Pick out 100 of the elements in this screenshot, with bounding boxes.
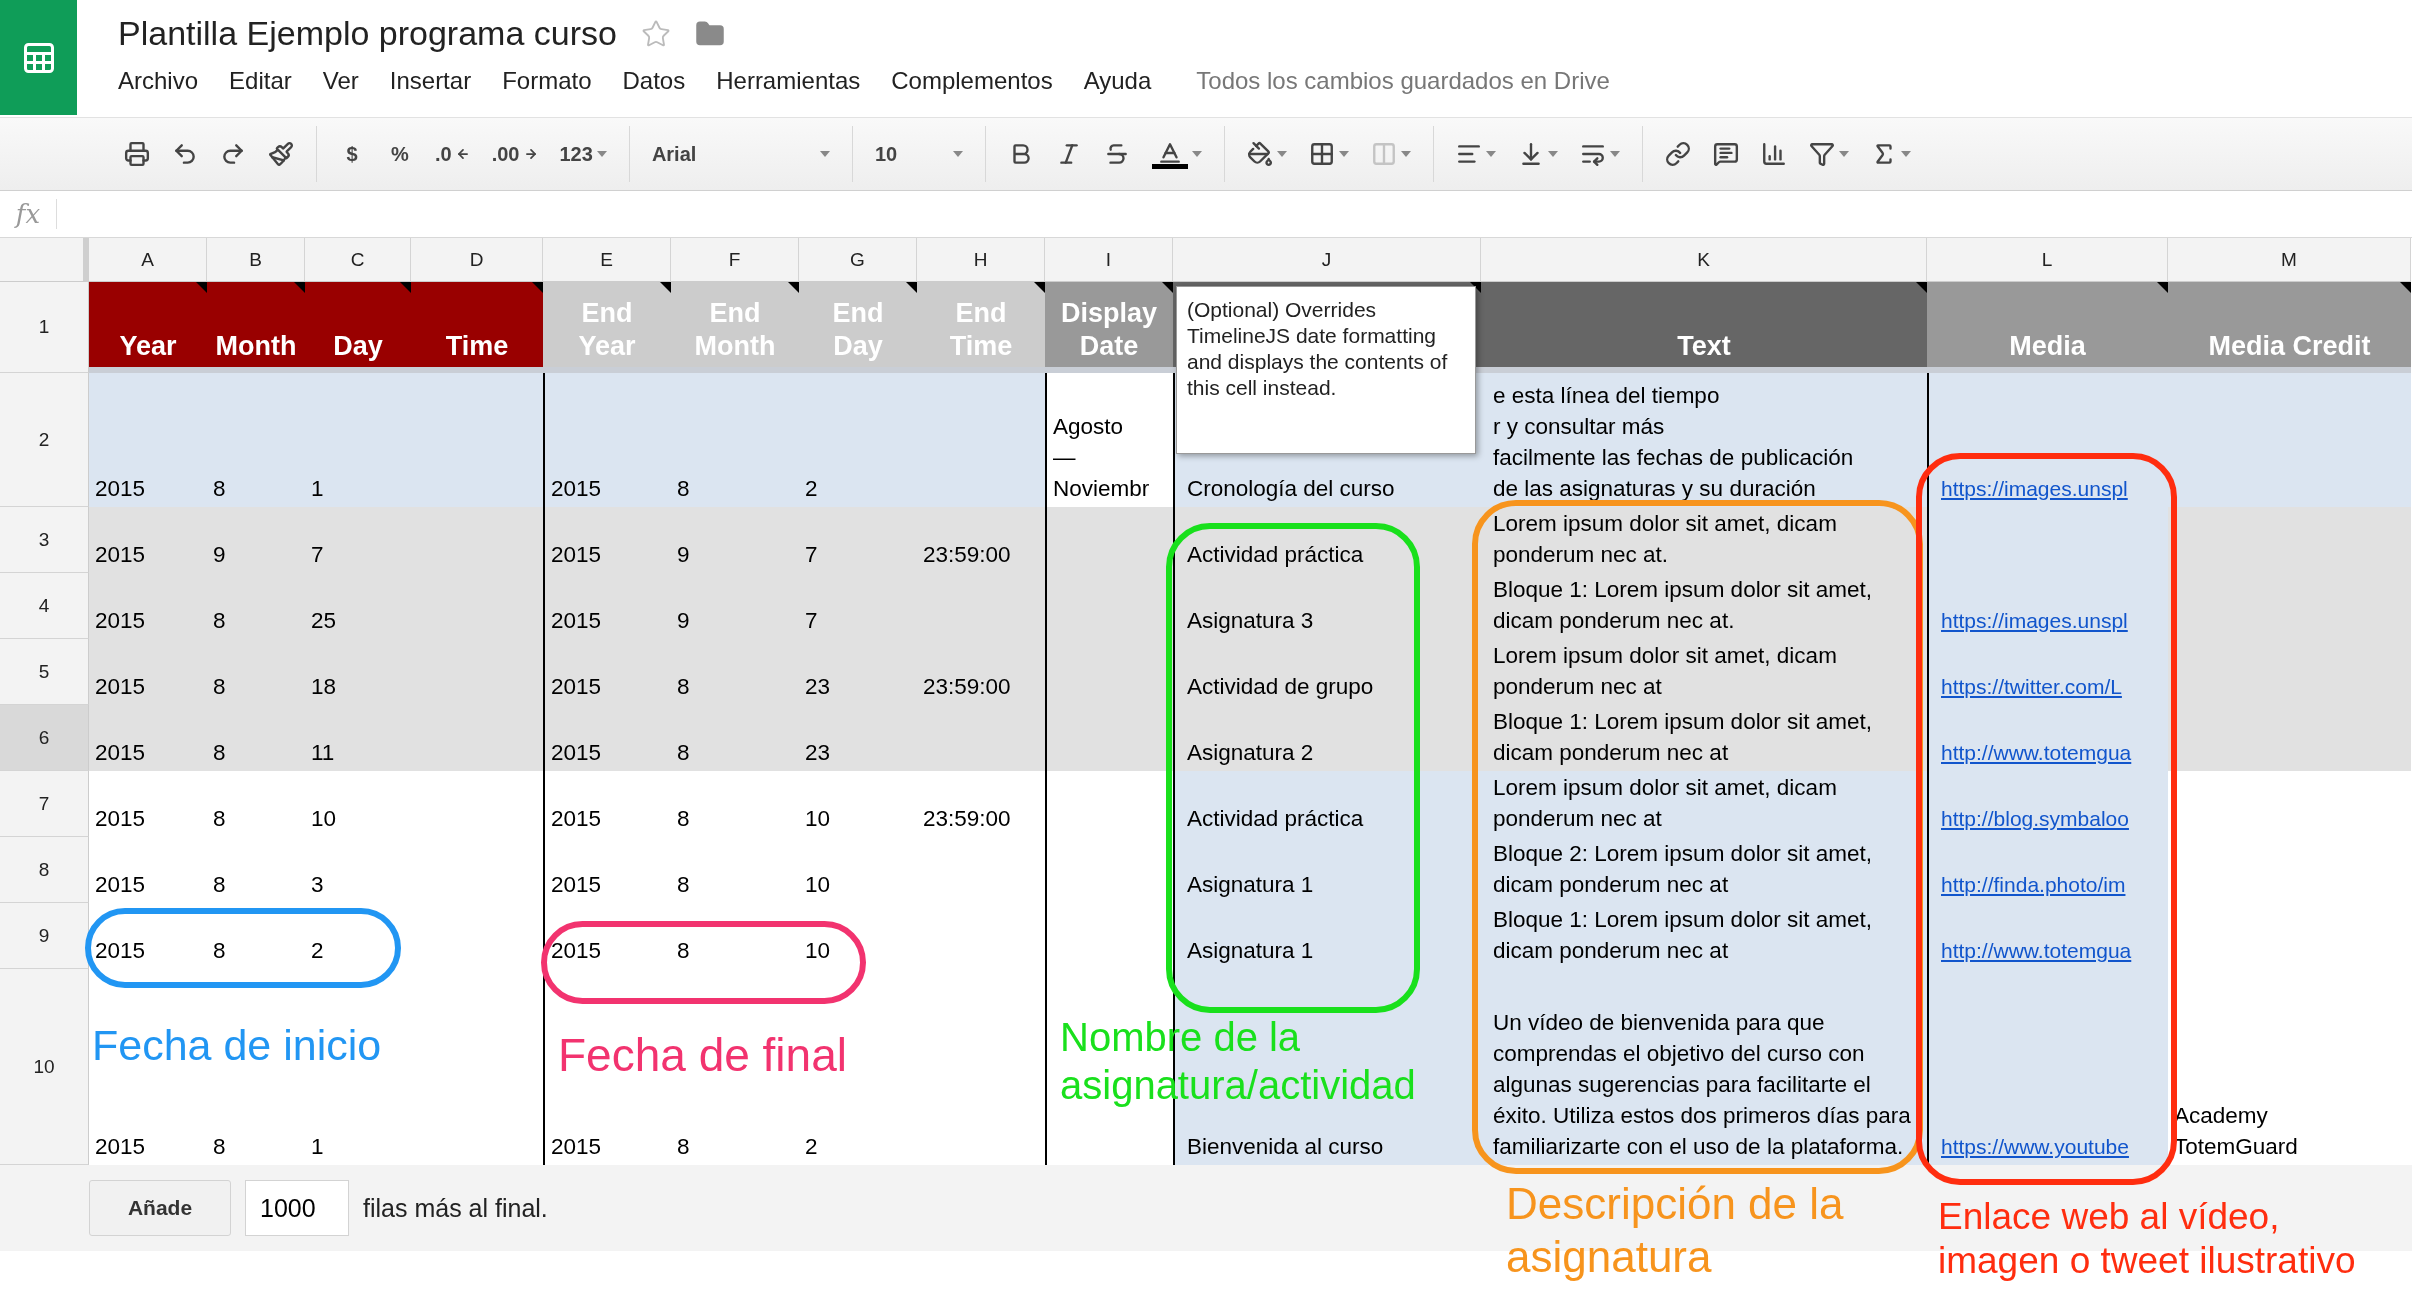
column-letter[interactable]: G: [799, 238, 917, 282]
column-letter[interactable]: M: [2168, 238, 2411, 282]
percent-button[interactable]: %: [381, 132, 419, 176]
font-size-dropdown[interactable]: 10: [868, 132, 969, 176]
table-cell: Bloque 2: Lorem ipsum dolor sit amet, dicam ponderum nec at: [1481, 837, 1927, 903]
arrow-left-icon: [455, 147, 470, 161]
menu-item[interactable]: Ayuda: [1083, 67, 1152, 95]
table-cell: Asignatura 3: [1173, 573, 1481, 639]
annotation-label: Descripción de la asignatura: [1506, 1178, 1844, 1283]
table-cell: Bloque 1: Lorem ipsum dolor sit amet, dicam ponderum nec at: [1481, 705, 1927, 771]
annotation-label: Fecha de final: [558, 1028, 847, 1083]
decrease-decimals-button[interactable]: .0: [429, 132, 476, 176]
table-cell: 25: [305, 573, 411, 639]
row-number[interactable]: 5: [0, 639, 89, 705]
table-cell: 18: [305, 639, 411, 705]
caret-icon: [952, 151, 963, 157]
column-letter[interactable]: A: [89, 238, 207, 282]
column-letter[interactable]: J: [1173, 238, 1481, 282]
column-letter[interactable]: F: [671, 238, 799, 282]
increase-decimals-button[interactable]: .00: [485, 132, 544, 176]
caret-icon: [596, 151, 607, 157]
table-cell: Lorem ipsum dolor sit amet, dicam ponderum nec at: [1481, 771, 1927, 837]
table-cell: Un vídeo de bienvenida para que comprendas el objetivo del curso con algunas sugerencias para facilitarte el éxito. Utiliza estos dos primeros días para familiarizarte con el uso de la plataforma.: [1481, 969, 1927, 1165]
caret-icon: [1400, 151, 1411, 157]
caret-icon: [1276, 151, 1287, 157]
table-cell: 2015: [89, 639, 207, 705]
row-number[interactable]: 7: [0, 771, 89, 837]
menu-item[interactable]: Complementos: [891, 67, 1053, 95]
table-cell: Bloque 1: Lorem ipsum dolor sit amet, dicam ponderum nec at.: [1481, 573, 1927, 639]
column-header: Day: [305, 282, 411, 373]
row-number[interactable]: 6: [0, 705, 89, 771]
column-header: Text: [1481, 282, 1927, 373]
column-letter[interactable]: D: [411, 238, 543, 282]
column-letter[interactable]: B: [207, 238, 305, 282]
table-cell: 9: [207, 507, 305, 573]
table-cell: 23: [799, 705, 917, 771]
table-cell: Actividad práctica: [1173, 507, 1481, 573]
currency-button[interactable]: $: [333, 132, 371, 176]
caret-icon: [1485, 151, 1496, 157]
table-cell: 8: [207, 573, 305, 639]
column-header: Month: [207, 282, 305, 373]
media-link[interactable]: https://www.youtube: [1941, 1131, 2129, 1162]
column-letter[interactable]: L: [1927, 238, 2168, 282]
table-cell: Actividad práctica: [1173, 771, 1481, 837]
menu-item[interactable]: Archivo: [118, 67, 199, 95]
row-number[interactable]: 10: [0, 969, 89, 1165]
media-link[interactable]: http://www.totemgua: [1941, 737, 2132, 768]
document-title[interactable]: Plantilla Ejemplo programa curso: [118, 14, 617, 53]
font-dropdown[interactable]: Arial: [645, 132, 836, 176]
menu-item[interactable]: Herramientas: [716, 67, 861, 95]
annotation-label: Fecha de inicio: [92, 1020, 382, 1071]
row-number[interactable]: 1: [0, 282, 89, 373]
column-letter[interactable]: H: [917, 238, 1045, 282]
comment-icon: [1712, 141, 1739, 167]
table-cell: Asignatura 2: [1173, 705, 1481, 771]
row-number[interactable]: 4: [0, 573, 89, 639]
media-link[interactable]: http://finda.photo/im: [1941, 869, 2126, 900]
paint-bucket-icon: [1246, 141, 1273, 167]
media-link[interactable]: http://www.totemgua: [1941, 935, 2132, 966]
table-cell: 9: [671, 507, 799, 573]
media-link[interactable]: https://images.unspl: [1941, 473, 2128, 504]
filter-icon: [1808, 141, 1835, 167]
column-letter[interactable]: E: [543, 238, 671, 282]
column-letter[interactable]: C: [305, 238, 411, 282]
number-format-dropdown[interactable]: 123: [553, 132, 613, 176]
star-icon[interactable]: [640, 18, 671, 49]
media-link[interactable]: https://twitter.com/L: [1941, 671, 2122, 702]
row-number[interactable]: 2: [0, 373, 89, 507]
add-rows-button[interactable]: Añade: [89, 1180, 231, 1236]
column-letter[interactable]: K: [1481, 238, 1927, 282]
table-cell: 2015: [89, 705, 207, 771]
menu-item[interactable]: Formato: [502, 67, 592, 95]
row-number[interactable]: 8: [0, 837, 89, 903]
save-status[interactable]: Todos los cambios guardados en Drive: [1196, 67, 1610, 95]
table-cell: 11: [305, 705, 411, 771]
table-cell: 2015: [89, 373, 207, 507]
column-letter[interactable]: I: [1045, 238, 1173, 282]
row-number[interactable]: 3: [0, 507, 89, 573]
menu-item[interactable]: Insertar: [389, 67, 472, 95]
menu-item[interactable]: Datos: [622, 67, 686, 95]
borders-icon: [1308, 141, 1335, 167]
table-cell: 8: [207, 639, 305, 705]
undo-icon: [172, 141, 198, 167]
app-logo[interactable]: [0, 0, 77, 115]
table-cell: 2015: [543, 507, 671, 573]
printer-icon: [124, 141, 150, 167]
media-link[interactable]: http://blog.symbaloo: [1941, 803, 2129, 834]
menu-item[interactable]: Editar: [229, 67, 292, 95]
table-cell: 8: [671, 373, 799, 507]
column-header: Media Credit: [2168, 282, 2411, 373]
row-count-field[interactable]: 1000: [245, 1180, 349, 1236]
merge-icon: [1370, 141, 1397, 167]
row-number[interactable]: 9: [0, 903, 89, 969]
caret-icon: [1838, 151, 1849, 157]
media-link[interactable]: https://images.unspl: [1941, 605, 2128, 636]
table-cell: 7: [799, 573, 917, 639]
menu-item[interactable]: Ver: [322, 67, 359, 95]
table-cell: 8: [671, 639, 799, 705]
table-cell: 2015: [89, 507, 207, 573]
caret-icon: [1338, 151, 1349, 157]
